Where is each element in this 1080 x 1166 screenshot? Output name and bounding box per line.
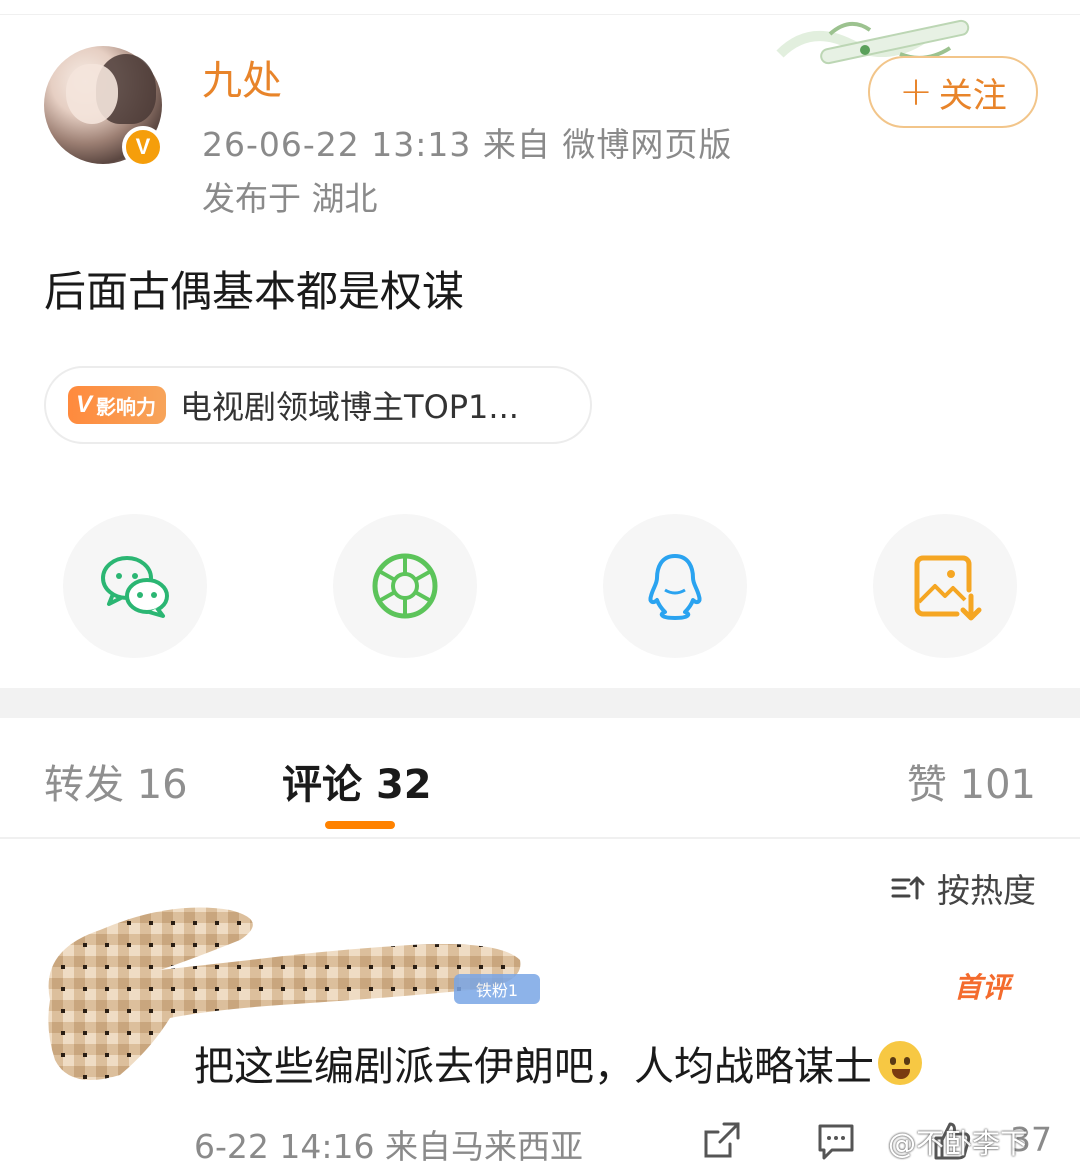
moments-icon (372, 553, 438, 619)
comment-meta: 6-22 14:16 来自马来西亚 (194, 1127, 583, 1166)
section-gap (0, 688, 1080, 718)
wechat-icon (101, 556, 169, 618)
sort-label: 按热度 (937, 871, 1036, 910)
first-comment-label: 首评 (954, 971, 1011, 1004)
tab-comment[interactable]: 评论 32 (282, 752, 432, 810)
sort-icon (891, 876, 925, 900)
active-tab-indicator (325, 821, 395, 829)
share-qq-button[interactable] (603, 514, 747, 658)
influence-text: 电视剧领域博主TOP1... (180, 388, 519, 426)
share-wechat-button[interactable] (63, 514, 207, 658)
influence-v-icon: V (76, 391, 93, 418)
post-location: 发布于 湖北 (202, 179, 378, 218)
watermark: @不卧李下 (888, 1127, 1029, 1160)
follow-label: 关注 (938, 75, 1007, 116)
reply-comment-icon[interactable] (814, 1118, 858, 1162)
qq-icon (648, 554, 702, 620)
fan-badge: 铁粉1 (454, 974, 540, 1004)
tab-repost[interactable]: 转发 16 (44, 752, 188, 810)
username[interactable]: 九处 (202, 48, 282, 106)
save-image-button[interactable] (873, 514, 1017, 658)
comment-text: 把这些编剧派去伊朗吧，人均战略谋士 (194, 1034, 922, 1092)
crying-face-icon (878, 1041, 922, 1085)
verified-badge-icon: V (122, 126, 164, 168)
tab-divider (0, 837, 1080, 839)
follow-button[interactable]: + 关注 (868, 56, 1038, 128)
influence-badge: V 影响力 (68, 386, 167, 424)
tab-like[interactable]: 赞 101 (907, 752, 1036, 810)
influence-tag[interactable]: V 影响力 电视剧领域博主TOP1... (44, 366, 592, 444)
save-image-icon (914, 555, 982, 621)
post-text: 后面古偶基本都是权谋 (44, 267, 465, 316)
share-moments-button[interactable] (333, 514, 477, 658)
sort-button[interactable]: 按热度 (889, 864, 1036, 912)
post-time-source: 26-06-22 13:13 来自 微博网页版 (202, 125, 733, 164)
plus-icon: + (899, 69, 933, 115)
share-comment-icon[interactable] (700, 1118, 744, 1162)
avatar-face (66, 64, 118, 124)
